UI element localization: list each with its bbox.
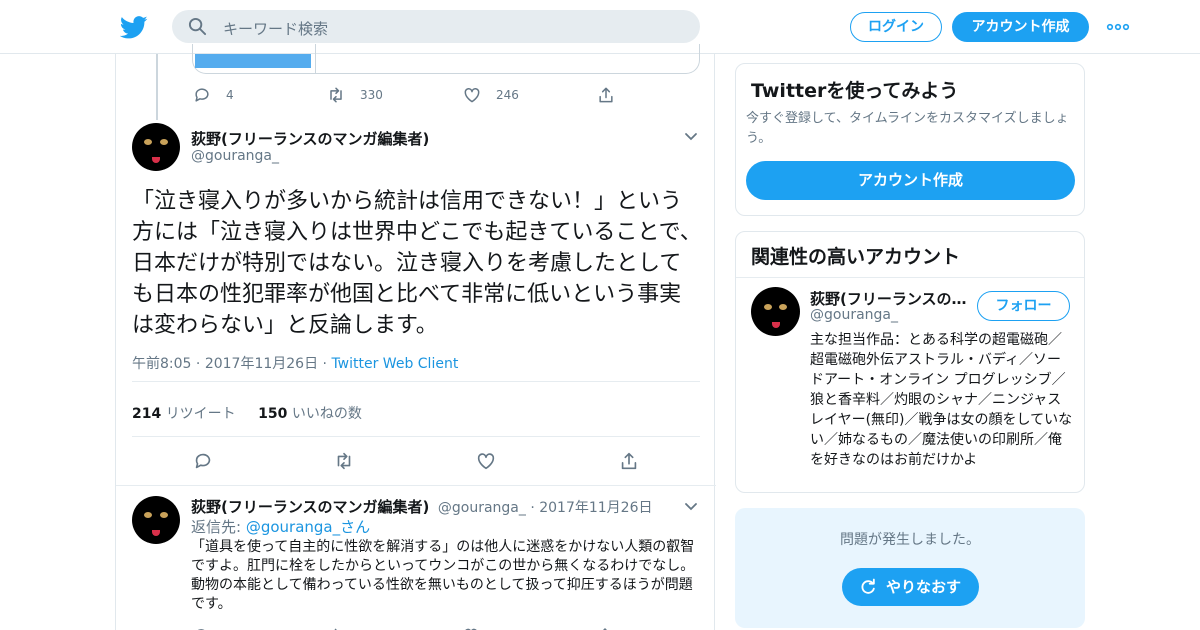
- heart-icon: [464, 87, 480, 103]
- retry-button[interactable]: やりなおす: [842, 568, 979, 606]
- more-options-icon[interactable]: [1106, 19, 1130, 35]
- reply-mention[interactable]: @gouranga_: [246, 518, 340, 536]
- follow-button[interactable]: フォロー: [977, 291, 1070, 321]
- error-message: 問題が発生しました。: [840, 532, 980, 548]
- refresh-icon: [861, 578, 875, 594]
- like-stat[interactable]: 150 いいねの数: [258, 406, 362, 422]
- reply-icon: [195, 88, 209, 102]
- card-divider: [315, 44, 316, 73]
- share-icon[interactable]: [596, 626, 614, 630]
- heart-icon[interactable]: [475, 450, 497, 472]
- retweet-count: 330: [360, 88, 383, 102]
- tweet-time[interactable]: 午前8:05: [132, 356, 191, 372]
- related-account-handle[interactable]: @gouranga_: [810, 307, 898, 323]
- related-accounts-panel: 関連性の高いアカウント 荻野(フリーランスの… @gouranga_ フォロー …: [735, 231, 1085, 493]
- divider: [736, 277, 1084, 278]
- like-total: 150: [258, 406, 288, 422]
- tweet-stats: 214 リツイート 150 いいねの数: [132, 403, 362, 423]
- like-stat-label: いいねの数: [291, 406, 362, 422]
- signup-button[interactable]: アカウント作成: [952, 12, 1089, 42]
- reply-date[interactable]: 2017年11月26日: [539, 500, 652, 516]
- tweet-text: 「泣き寝入りが多いから統計は信用できない！」という方には「泣き寝入りは世界中どこ…: [132, 189, 702, 338]
- reply-header: 荻野(フリーランスのマンガ編集者) @gouranga_ · 2017年11月2…: [191, 498, 653, 516]
- reply-author-name[interactable]: 荻野(フリーランスのマンガ編集者): [191, 498, 429, 516]
- reply-context: 返信先: @gouranga_さん: [191, 516, 370, 537]
- login-button[interactable]: ログイン: [850, 12, 942, 42]
- card-thumbnail: [195, 54, 311, 68]
- related-avatar[interactable]: [751, 287, 800, 336]
- author-handle[interactable]: @gouranga_: [191, 148, 279, 164]
- tweet-separator: [116, 485, 716, 486]
- try-twitter-title: Twitterを使ってみよう: [751, 80, 959, 102]
- reply-icon[interactable]: [192, 450, 214, 472]
- thread-line: [156, 54, 158, 120]
- related-accounts-title: 関連性の高いアカウント: [751, 246, 961, 268]
- error-panel: 問題が発生しました。 やりなおす: [735, 508, 1085, 628]
- related-account-bio: 主な担当作品：とある科学の超電磁砲／超電磁砲外伝アストラル・バディ／ソードアート…: [810, 332, 1073, 468]
- reply-action[interactable]: 4: [192, 84, 234, 106]
- reply-text: 「道具を使って自主的に性欲を解消する」のは他人に迷惑をかけない人類の叡智ですよ。…: [191, 539, 695, 612]
- twitter-bird-icon[interactable]: [120, 13, 148, 41]
- retweet-stat-label: リツイート: [165, 406, 236, 422]
- share-icon: [599, 87, 613, 103]
- reply-actions: [190, 624, 630, 630]
- tweet-timestamp: 午前8:05 · 2017年11月26日 · Twitter Web Clien…: [132, 356, 459, 372]
- tweet-column: 4 330 246 荻野(フリーランスのマンガ編集者) @gouranga_ 「…: [115, 44, 716, 630]
- divider: [132, 436, 700, 437]
- search-box[interactable]: キーワード検索: [172, 10, 700, 43]
- related-account-name[interactable]: 荻野(フリーランスの…: [810, 288, 970, 309]
- like-count: 246: [496, 88, 519, 102]
- signup-cta-button[interactable]: アカウント作成: [746, 161, 1075, 200]
- try-twitter-panel: Twitterを使ってみよう 今すぐ登録して、タイムラインをカスタマイズしましょ…: [735, 63, 1085, 216]
- share-icon[interactable]: [618, 450, 640, 472]
- tweet-actions: [116, 450, 716, 474]
- reply-icon[interactable]: [192, 626, 210, 630]
- search-icon: [188, 17, 207, 36]
- retweet-action[interactable]: 330: [326, 84, 383, 106]
- reply-author-handle[interactable]: @gouranga_: [438, 500, 526, 516]
- share-action[interactable]: [596, 84, 616, 106]
- chevron-down-icon[interactable]: [684, 132, 698, 142]
- search-input[interactable]: キーワード検索: [223, 18, 328, 39]
- retweet-icon: [330, 87, 342, 103]
- heart-icon[interactable]: [462, 626, 480, 630]
- tweet-client[interactable]: Twitter Web Client: [331, 356, 458, 372]
- retweet-icon[interactable]: [326, 626, 344, 630]
- retweet-stat[interactable]: 214 リツイート: [132, 406, 236, 422]
- retweet-total: 214: [132, 406, 162, 422]
- like-action[interactable]: 246: [462, 84, 519, 106]
- reply-count: 4: [226, 88, 234, 102]
- chevron-down-icon[interactable]: [684, 502, 698, 512]
- reply-prefix: 返信先:: [191, 518, 246, 536]
- tweet-date[interactable]: 2017年11月26日: [205, 356, 318, 372]
- reply-suffix: さん: [340, 518, 371, 536]
- author-name[interactable]: 荻野(フリーランスのマンガ編集者): [191, 128, 429, 149]
- avatar[interactable]: [132, 123, 180, 171]
- previous-tweet-card[interactable]: [192, 44, 700, 74]
- previous-tweet-actions: 4 330 246: [190, 84, 630, 106]
- try-twitter-description: 今すぐ登録して、タイムラインをカスタマイズしましょう。: [746, 111, 1069, 146]
- reply-avatar[interactable]: [132, 496, 180, 544]
- retweet-icon[interactable]: [333, 450, 355, 472]
- divider: [132, 381, 700, 382]
- retry-label: やりなおす: [886, 578, 962, 596]
